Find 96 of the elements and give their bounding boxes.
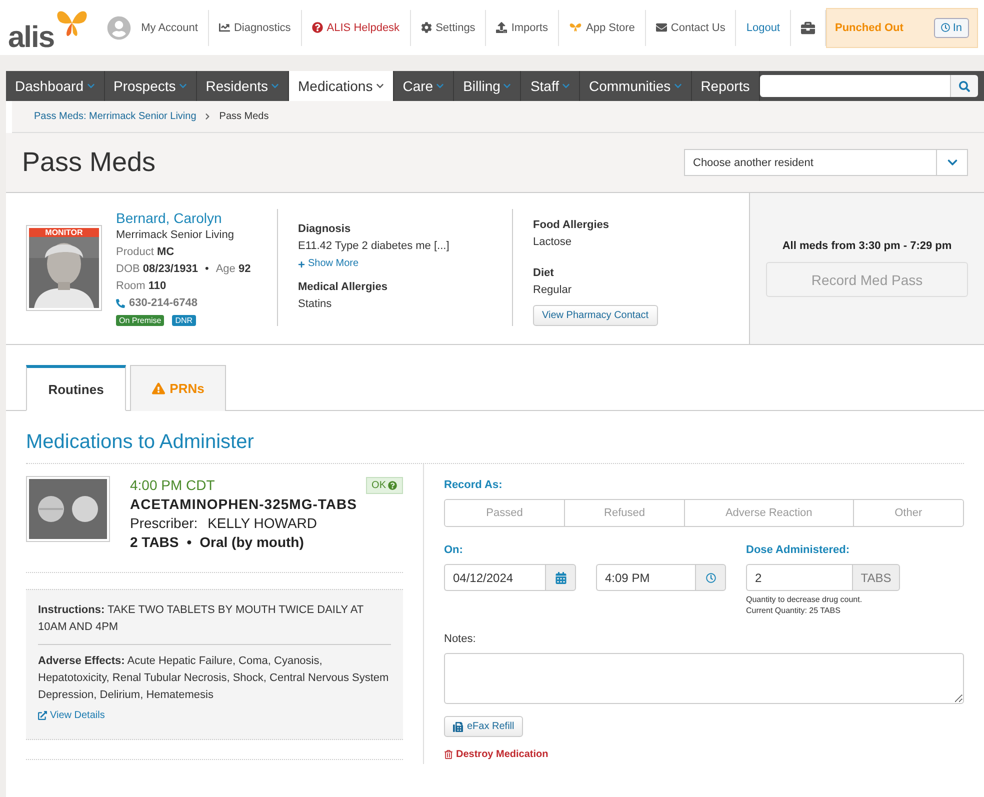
search-button[interactable] [950, 75, 978, 97]
section-title: Medications to Administer [26, 431, 964, 464]
nav-tab[interactable]: Medications [289, 71, 394, 101]
search-icon [959, 80, 970, 92]
allergies-value: Statins [298, 297, 333, 312]
clock-button[interactable] [695, 564, 726, 591]
calendar-button[interactable] [545, 564, 576, 591]
status-badge: OK [366, 476, 403, 494]
status-tag: On Premise [116, 315, 164, 326]
time-field[interactable]: 4:09 PM [596, 564, 695, 591]
external-link-icon [38, 711, 47, 720]
date-label: On: [444, 543, 464, 557]
fax-icon [453, 722, 463, 732]
notes-field[interactable] [444, 653, 964, 704]
caret-icon [271, 82, 280, 90]
upload-icon [496, 22, 508, 33]
diet-label: Diet [533, 266, 555, 281]
trash-icon [444, 750, 453, 759]
allergies-label: Medical Allergies [298, 280, 388, 295]
caret-icon [562, 82, 570, 90]
header-link[interactable]: My Account [97, 10, 209, 46]
butterfly-icon [569, 22, 582, 33]
separator-dot: • [186, 533, 192, 552]
room-text: Room 110 [116, 279, 168, 294]
diet-value: Regular [533, 283, 573, 298]
caret-icon [436, 82, 444, 90]
date-field[interactable]: 04/12/2024 [444, 564, 545, 591]
chevron-icon [204, 113, 212, 120]
help-icon [312, 22, 323, 33]
header-link[interactable]: Imports [486, 10, 559, 46]
header-link[interactable]: ALIS Helpdesk [302, 10, 411, 46]
caret-icon [674, 82, 682, 90]
destroy-medication-link[interactable]: Destroy Medication [444, 749, 548, 760]
punch-in-button[interactable]: In [934, 18, 969, 38]
dose-text: 2 TABS [130, 533, 179, 552]
dose-label: Dose Administered: [746, 543, 851, 557]
diagnosis-label: Diagnosis [298, 222, 352, 237]
header-link[interactable]: App Store [559, 10, 646, 46]
settings-icon [420, 22, 432, 33]
resident-select[interactable]: Choose another resident [684, 149, 968, 176]
page-title: Pass Meds [22, 147, 156, 178]
calendar-icon [554, 572, 566, 584]
phone-icon [116, 299, 125, 308]
efax-refill-button[interactable]: eFax Refill [444, 716, 524, 737]
status-tag: DNR [172, 315, 196, 326]
header-link[interactable]: Contact Us [646, 10, 736, 46]
adverse-effects-text: Adverse Effects: Acute Hepatic Failure, Coma, Cyanosis, Hepatotoxicity, Renal Tubular Necrosis, Shock, Central Nervous System Depression, Delirium, Hematemesis [38, 654, 390, 703]
show-more-link[interactable]: Show More [298, 255, 492, 273]
instructions-text: Instructions: TAKE TWO TABLETS BY MOUTH TWICE DAILY AT 10AM AND 4PM [38, 603, 364, 635]
product-text: Product MC [116, 245, 176, 260]
mail-icon [656, 22, 667, 33]
caret-icon [503, 82, 512, 90]
scheduled-time: 4:00 PM CDT [130, 476, 215, 494]
caret-icon [86, 82, 94, 90]
breadcrumb-current: Pass Meds [219, 111, 269, 122]
punch-status: Punched Out [835, 22, 904, 34]
dose-field[interactable]: 2 [746, 564, 852, 591]
record-as-label: Record As: [444, 478, 504, 492]
separator-dot: • [204, 262, 209, 277]
hint-text: Current Quantity: 25 TABS [746, 605, 842, 616]
prescriber-text: Prescriber: KELLY HOWARD [130, 514, 318, 533]
header-link[interactable]: Logout [736, 10, 791, 46]
warning-icon [152, 382, 165, 395]
logo: alis [8, 22, 54, 52]
tab[interactable]: Routines [26, 365, 126, 411]
caret-icon [376, 82, 384, 90]
hint-text: Quantity to decrease drug count. [746, 594, 864, 605]
chart-icon [218, 22, 230, 33]
pharmacy-contact-button[interactable]: View Pharmacy Contact [533, 305, 658, 326]
notes-label: Notes: [444, 632, 477, 646]
clock-icon [940, 23, 950, 32]
resident-name[interactable]: Bernard, Carolyn [116, 209, 277, 227]
phone-text: 630-214-6748 [116, 295, 277, 312]
route-text: Oral (by mouth) [200, 533, 304, 552]
avatar-icon [107, 16, 132, 40]
monitor-badge: MONITOR [29, 228, 99, 237]
help-icon [388, 480, 397, 490]
med-window-text: All meds from 3:30 pm - 7:29 pm [782, 240, 952, 252]
briefcase-icon [801, 20, 815, 34]
medication-name: ACETAMINOPHEN-325MG-TABS [130, 495, 358, 514]
food-allergies-value: Lactose [533, 235, 573, 250]
clock-icon [706, 572, 716, 582]
breadcrumb-link[interactable]: Pass Meds: Merrimack Senior Living [34, 111, 196, 122]
age-text: Age 92 [216, 262, 251, 277]
header-link[interactable]: Settings [410, 10, 486, 46]
plus-icon [298, 260, 305, 268]
food-allergies-label: Food Allergies [533, 218, 610, 233]
community-name: Merrimack Senior Living [116, 228, 235, 243]
birth-date-text: DOB 08/23/1931 [116, 262, 198, 277]
search-input[interactable] [760, 75, 950, 97]
caret-icon [178, 82, 187, 90]
header-link[interactable]: Diagnostics [208, 10, 302, 46]
caret-icon [946, 157, 958, 168]
unit-text: TABS [852, 564, 900, 591]
view-details-link[interactable]: View Details [38, 710, 105, 721]
diagnosis-value: E11.42 Type 2 diabetes me [...] [298, 239, 450, 254]
